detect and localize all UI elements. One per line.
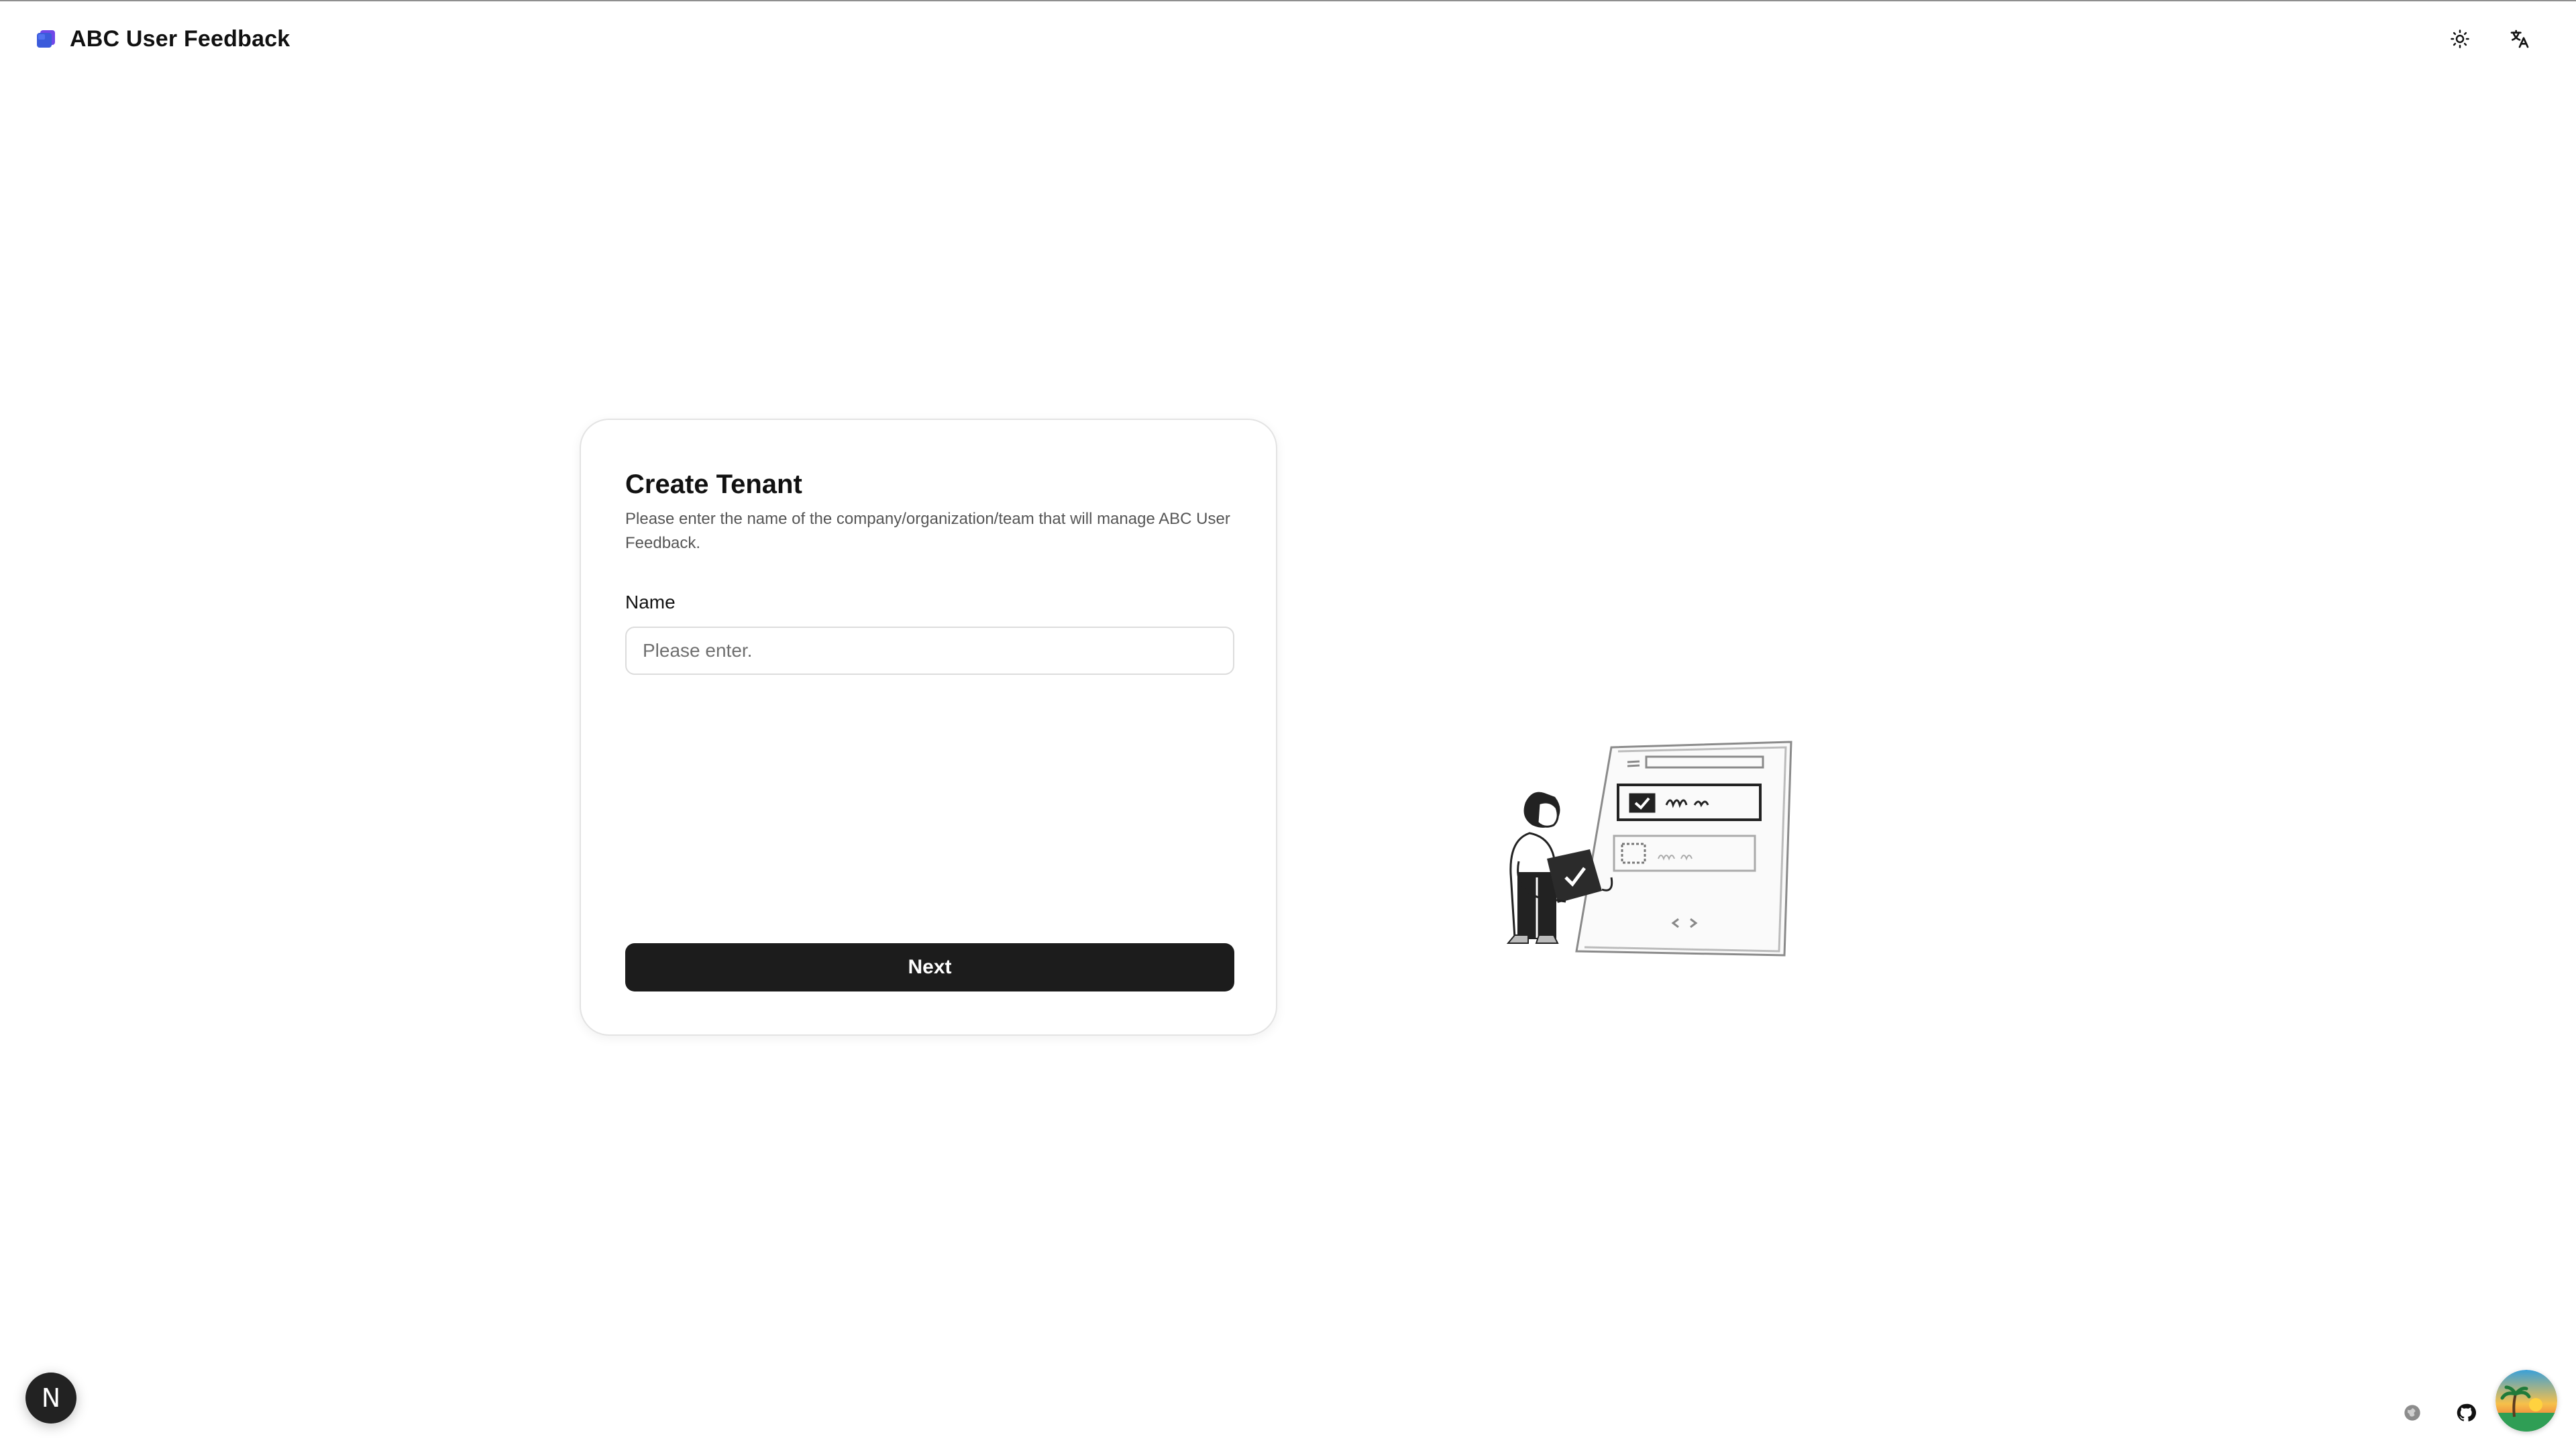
name-input[interactable] [625, 627, 1234, 675]
next-button[interactable]: Next [625, 943, 1234, 991]
nextjs-dev-badge[interactable]: N [25, 1373, 76, 1424]
github-button[interactable] [2454, 1401, 2478, 1425]
tenant-illustration [1506, 741, 1792, 957]
card-description: Please enter the name of the company/org… [625, 510, 1230, 552]
translate-icon [2510, 30, 2529, 48]
app-logo-icon [37, 30, 55, 48]
document-illustration [1575, 741, 1792, 957]
create-tenant-card: Create Tenant Please enter the name of t… [580, 419, 1277, 1036]
sun-icon [2451, 30, 2469, 48]
avatar-image [2496, 1370, 2557, 1432]
language-button[interactable] [2505, 24, 2534, 54]
nextjs-badge-letter: N [41, 1383, 61, 1413]
card-title: Create Tenant [625, 470, 802, 499]
github-icon [2457, 1403, 2476, 1421]
theme-toggle-button[interactable] [2445, 24, 2475, 54]
top-header: ABC User Feedback [0, 1, 2576, 72]
globe-icon [2404, 1405, 2420, 1421]
globe-button[interactable] [2400, 1401, 2424, 1425]
app-title: ABC User Feedback [70, 25, 290, 52]
user-avatar[interactable] [2496, 1370, 2557, 1432]
name-label: Name [625, 592, 676, 612]
brand[interactable]: ABC User Feedback [35, 24, 290, 54]
